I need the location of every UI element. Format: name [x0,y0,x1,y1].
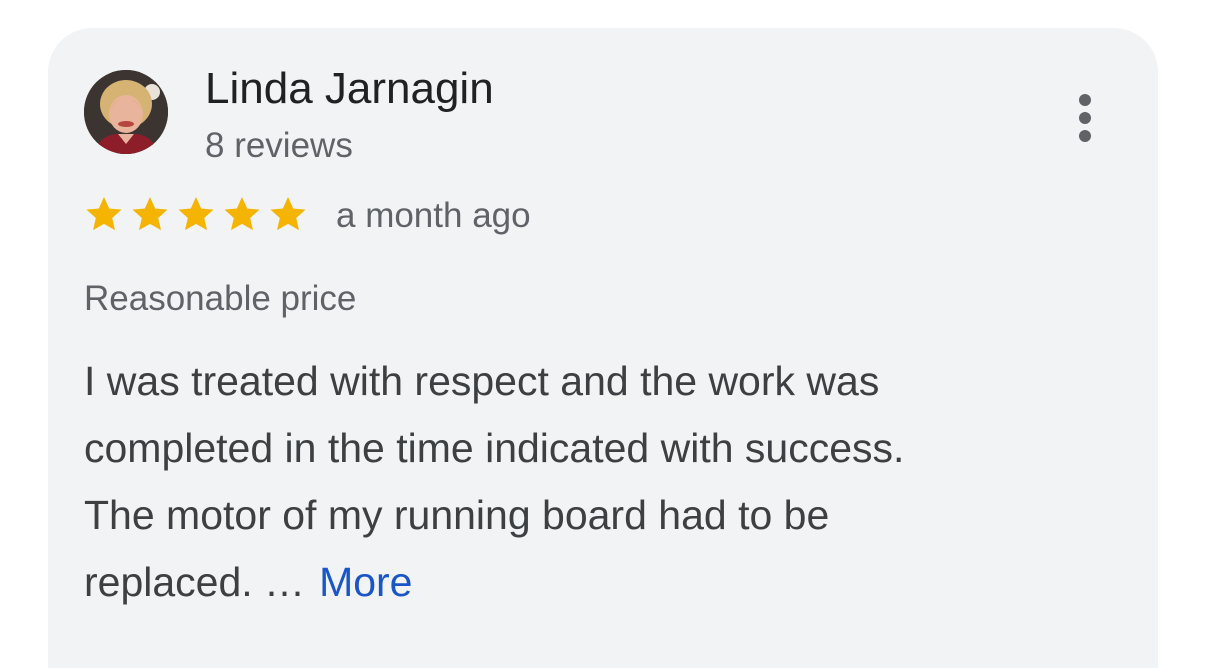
more-options-button[interactable] [1066,88,1106,148]
reviewer-avatar-image [84,70,168,154]
more-vert-icon [1079,94,1091,106]
review-time: a month ago [336,196,531,235]
review-highlight: Reasonable price [84,279,357,318]
more-vert-icon-dot [1079,112,1091,124]
more-link[interactable]: More [319,559,412,605]
star-icon [270,197,306,231]
review-text: I was treated with respect and the work … [84,348,1134,616]
star-icon [224,197,260,231]
star-icon [178,197,214,231]
star-icon [132,197,168,231]
star-icon [86,197,122,231]
review-text-line: I was treated with respect and the work … [84,358,880,404]
reviewer-review-count: 8 reviews [205,126,353,165]
review-text-line: completed in the time indicated with suc… [84,425,905,471]
review-text-last-line: replaced. … More [84,549,1134,616]
more-vert-icon-dot [1079,130,1091,142]
star-rating [84,194,308,238]
reviewer-name[interactable]: Linda Jarnagin [205,64,494,114]
reviewer-avatar[interactable] [84,70,168,154]
review-text-line: The motor of my running board had to be [84,492,830,538]
review-text-line: replaced. … [84,559,306,605]
review-card: Linda Jarnagin 8 reviews a month ago Rea… [48,28,1158,668]
